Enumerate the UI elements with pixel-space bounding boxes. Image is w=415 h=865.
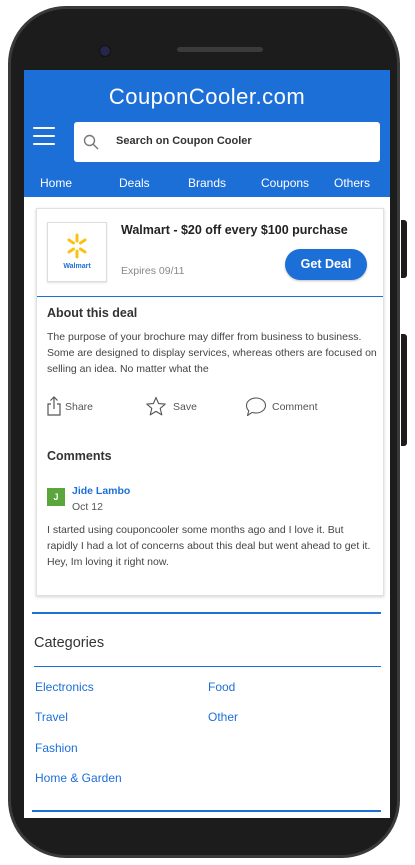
share-icon [47, 396, 61, 416]
category-food[interactable]: Food [208, 680, 235, 694]
nav-brands[interactable]: Brands [188, 176, 226, 190]
avatar: J [47, 488, 65, 506]
brand-title: CouponCooler.com [108, 84, 306, 109]
earpiece-speaker [177, 47, 263, 52]
comments-heading: Comments [47, 449, 112, 463]
nav-home[interactable]: Home [40, 176, 72, 190]
bottom-divider [32, 810, 381, 812]
front-camera [99, 45, 111, 57]
star-icon [146, 396, 166, 416]
hamburger-menu-icon[interactable] [33, 127, 55, 145]
share-label: Share [65, 401, 94, 413]
deal-card: Walmart Walmart - $20 off every $100 pur… [36, 208, 384, 596]
search-icon [83, 134, 99, 150]
nav-coupons[interactable]: Coupons [261, 176, 309, 190]
save-button[interactable]: Save [145, 396, 205, 418]
deal-actions: Share Save Comment [47, 396, 377, 420]
app-header: CouponCooler.com Search on Coupon Cooler… [24, 70, 390, 197]
categories-heading: Categories [34, 635, 105, 651]
side-button-bottom [401, 334, 407, 446]
nav-others[interactable]: Others [334, 176, 370, 190]
get-deal-button[interactable]: Get Deal [285, 249, 367, 280]
category-electronics[interactable]: Electronics [35, 680, 94, 694]
search-input[interactable]: Search on Coupon Cooler [74, 122, 380, 162]
search-placeholder: Search on Coupon Cooler [116, 135, 252, 147]
walmart-logo: Walmart [47, 222, 107, 282]
deal-title: Walmart - $20 off every $100 purchase [121, 223, 348, 237]
comment-label: Comment [272, 401, 318, 413]
side-button-top [401, 220, 407, 278]
comment-text: I started using couponcooler some months… [47, 524, 371, 568]
card-divider [37, 296, 383, 297]
nav-deals[interactable]: Deals [119, 176, 150, 190]
comment-button[interactable]: Comment [245, 396, 335, 418]
category-home-garden[interactable]: Home & Garden [35, 771, 122, 785]
category-travel[interactable]: Travel [35, 710, 68, 724]
deal-expiry: Expires 09/11 [121, 265, 185, 277]
walmart-spark-icon [67, 233, 87, 259]
category-fashion[interactable]: Fashion [35, 741, 78, 755]
main-nav: Home Deals Brands Coupons Others [24, 176, 390, 194]
app-screen: CouponCooler.com Search on Coupon Cooler… [24, 70, 390, 818]
save-label: Save [173, 401, 197, 413]
comment-date: Oct 12 [72, 501, 103, 513]
about-text: The purpose of your brochure may differ … [47, 331, 377, 375]
about-heading: About this deal [47, 306, 138, 320]
comment-bubble-icon [245, 397, 267, 417]
comment-author[interactable]: Jide Lambo [72, 485, 130, 497]
share-button[interactable]: Share [47, 396, 107, 418]
store-logo-text: Walmart [63, 263, 91, 270]
categories-divider [34, 666, 381, 667]
section-divider [32, 612, 381, 614]
category-other[interactable]: Other [208, 710, 238, 724]
